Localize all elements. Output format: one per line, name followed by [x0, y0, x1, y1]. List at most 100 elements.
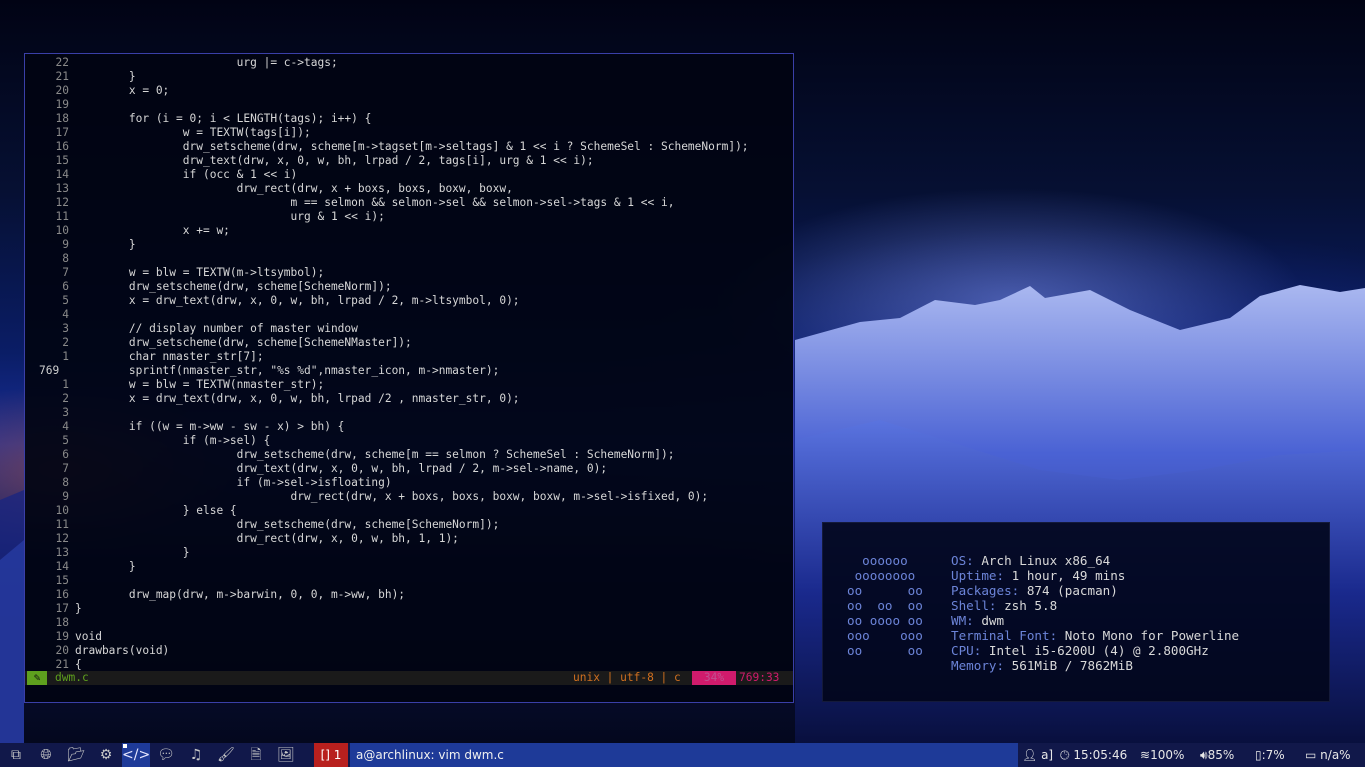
music-icon-glyph: ♫ — [189, 747, 203, 763]
code-line[interactable]: 14 if (occ & 1 << i) — [25, 168, 793, 182]
info-value: 1 hour, 49 mins — [1004, 568, 1126, 583]
code-line[interactable]: 19 void — [25, 630, 793, 644]
code-line[interactable]: 21 } — [25, 70, 793, 84]
code-line[interactable]: 10 x += w; — [25, 224, 793, 238]
line-text: } — [75, 238, 136, 251]
code-line[interactable]: 13 drw_rect(drw, x + boxs, boxs, boxw, b… — [25, 182, 793, 196]
document-icon-glyph: 🗎 — [250, 747, 262, 763]
code-line[interactable]: 15 drw_text(drw, x, 0, w, bh, lrpad / 2,… — [25, 154, 793, 168]
windows-icon[interactable]: ⧉ — [2, 743, 30, 767]
code-line[interactable]: 20 x = 0; — [25, 84, 793, 98]
chat-icon[interactable]: 💬︎ — [152, 743, 180, 767]
status-fileinfo: unix | utf-8 | c — [573, 671, 681, 684]
code-line[interactable]: 6 drw_setscheme(drw, scheme[SchemeNorm])… — [25, 280, 793, 294]
brush-icon-glyph: 🖌︎ — [217, 747, 235, 763]
code-line[interactable]: 5 x = drw_text(drw, x, 0, w, bh, lrpad /… — [25, 294, 793, 308]
code-line[interactable]: 18 — [25, 616, 793, 630]
code-line[interactable]: 2 drw_setscheme(drw, scheme[SchemeNMaste… — [25, 336, 793, 350]
line-number: 4 — [62, 308, 69, 321]
line-text: urg |= c->tags; — [75, 56, 338, 69]
document-icon[interactable]: 🗎 — [242, 743, 270, 767]
line-text: drw_setscheme(drw, scheme[m->tagset[m->s… — [75, 140, 749, 153]
line-text: drw_map(drw, m->barwin, 0, 0, m->ww, bh)… — [75, 588, 406, 601]
code-line[interactable]: 3 — [25, 406, 793, 420]
line-number: 769 — [39, 364, 60, 377]
code-line[interactable]: 12 m == selmon && selmon->sel && selmon-… — [25, 196, 793, 210]
volume-status: 🔊︎85% — [1200, 743, 1234, 767]
code-line[interactable]: 22 urg |= c->tags; — [25, 56, 793, 70]
code-line[interactable]: 14 } — [25, 560, 793, 574]
code-line[interactable]: 769 sprintf(nmaster_str, "%s %d",nmaster… — [25, 364, 793, 378]
dwm-bar: ⧉ 🌐︎ 📂︎ ⚙ </> 💬︎ ♫ 🖌︎ 🗎 🖼︎ [] 1 a@archlinux: vim … — [0, 743, 1365, 767]
status-cursor-position: 769:33 — [739, 671, 780, 684]
code-line[interactable]: 12 drw_rect(drw, x, 0, w, bh, 1, 1); — [25, 532, 793, 546]
info-value: zsh 5.8 — [996, 598, 1058, 613]
line-number: 3 — [62, 406, 69, 419]
line-text: m == selmon && selmon->sel && selmon->se… — [75, 196, 675, 209]
code-icon[interactable]: </> — [122, 743, 150, 767]
pencil-icon: ✎ — [27, 671, 47, 685]
layout-indicator[interactable]: [] 1 — [314, 743, 354, 767]
logo-line: oo oo oo — [847, 598, 923, 613]
terminal-window[interactable]: 22 urg |= c->tags; 21 } 20 x = 0; 19 18 for … — [24, 53, 794, 703]
folder-icon[interactable]: 📂︎ — [62, 743, 90, 767]
code-line[interactable]: 18 for (i = 0; i < LENGTH(tags); i++) { — [25, 112, 793, 126]
line-text: w = blw = TEXTW(m->ltsymbol); — [75, 266, 325, 279]
code-line[interactable]: 16 drw_setscheme(drw, scheme[m->tagset[m… — [25, 140, 793, 154]
code-line[interactable]: 9 } — [25, 238, 793, 252]
code-line[interactable]: 10 } else { — [25, 504, 793, 518]
info-value: 561MiB / 7862MiB — [1004, 658, 1133, 673]
code-line[interactable]: 1 w = blw = TEXTW(nmaster_str); — [25, 378, 793, 392]
puzzle-icon[interactable]: ⚙ — [92, 743, 120, 767]
globe-icon-glyph: 🌐︎ — [40, 747, 52, 763]
music-icon[interactable]: ♫ — [182, 743, 210, 767]
code-line[interactable]: 17} — [25, 602, 793, 616]
code-line[interactable]: 6 drw_setscheme(drw, scheme[m == selmon … — [25, 448, 793, 462]
code-line[interactable]: 15 — [25, 574, 793, 588]
code-line[interactable]: 9 drw_rect(drw, x + boxs, boxs, boxw, bo… — [25, 490, 793, 504]
code-line[interactable]: 7 w = blw = TEXTW(m->ltsymbol); — [25, 266, 793, 280]
screen-text: n/a% — [1320, 748, 1351, 762]
line-text: void — [75, 630, 102, 643]
code-line[interactable]: 3 // display number of master window — [25, 322, 793, 336]
line-number: 10 — [55, 504, 69, 517]
code-line[interactable]: 21 { — [25, 658, 793, 672]
line-number: 5 — [62, 294, 69, 307]
info-key: Packages: — [951, 583, 1020, 598]
globe-icon[interactable]: 🌐︎ — [32, 743, 60, 767]
line-text: } — [75, 602, 82, 615]
brush-icon[interactable]: 🖌︎ — [212, 743, 240, 767]
logo-line: oooooo — [847, 553, 908, 568]
chat-icon-glyph: 💬︎ — [157, 747, 175, 763]
code-line[interactable]: 8 — [25, 252, 793, 266]
info-row: WM: dwm — [951, 613, 1239, 628]
neofetch-panel: oooooo oooooooo oo oo oo oo oo oo oooo oo oo… — [822, 522, 1330, 702]
window-title[interactable]: a@archlinux: vim dwm.c — [350, 743, 1018, 767]
code-line[interactable]: 4 if ((w = m->ww - sw - x) > bh) { — [25, 420, 793, 434]
code-line[interactable]: 19 — [25, 98, 793, 112]
code-line[interactable]: 13 } — [25, 546, 793, 560]
line-number: 6 — [62, 448, 69, 461]
line-text: x = 0; — [75, 84, 170, 97]
code-line[interactable]: 1 char nmaster_str[7]; — [25, 350, 793, 364]
code-line[interactable]: 5 if (m->sel) { — [25, 434, 793, 448]
code-line[interactable]: 16 drw_map(drw, m->barwin, 0, 0, m->ww, … — [25, 588, 793, 602]
code-line[interactable]: 8 if (m->sel->isfloating) — [25, 476, 793, 490]
code-line[interactable]: 2 x = drw_text(drw, x, 0, w, bh, lrpad /… — [25, 392, 793, 406]
line-number: 21 — [55, 70, 69, 83]
line-text: x += w; — [75, 224, 230, 237]
line-number: 17 — [55, 126, 69, 139]
line-number: 15 — [55, 154, 69, 167]
puzzle-icon-glyph: ⚙ — [99, 747, 113, 763]
image-icon[interactable]: 🖼︎ — [272, 743, 300, 767]
code-line[interactable]: 4 — [25, 308, 793, 322]
vim-code-area[interactable]: 22 urg |= c->tags; 21 } 20 x = 0; 19 18 for … — [25, 56, 793, 672]
code-line[interactable]: 7 drw_text(drw, x, 0, w, bh, lrpad / 2, … — [25, 462, 793, 476]
line-text: drawbars(void) — [75, 644, 170, 657]
info-value: dwm — [973, 613, 1005, 628]
code-line[interactable]: 20 drawbars(void) — [25, 644, 793, 658]
line-text: } — [75, 546, 190, 559]
code-line[interactable]: 11 drw_setscheme(drw, scheme[SchemeNorm]… — [25, 518, 793, 532]
code-line[interactable]: 11 urg & 1 << i); — [25, 210, 793, 224]
code-line[interactable]: 17 w = TEXTW(tags[i]); — [25, 126, 793, 140]
